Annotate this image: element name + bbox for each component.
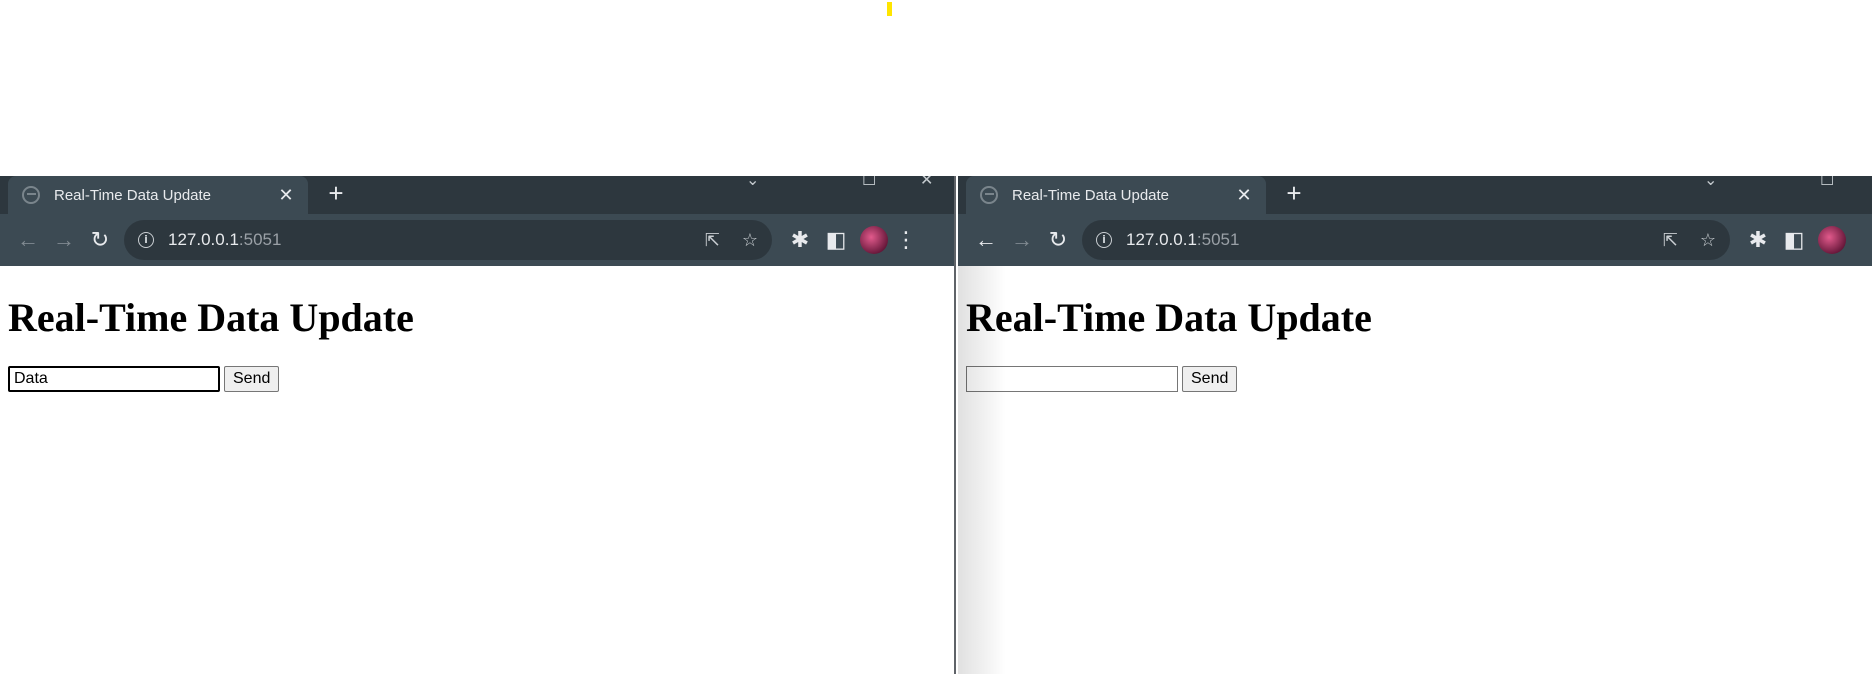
profile-avatar[interactable]: [1818, 226, 1846, 254]
tab-active[interactable]: Real-Time Data Update ✕: [966, 176, 1266, 214]
close-window-icon[interactable]: ✕: [920, 176, 933, 192]
minimize-icon[interactable]: —: [1764, 176, 1780, 188]
reload-icon[interactable]: ↻: [1040, 222, 1076, 258]
address-bar[interactable]: i 127.0.0.1 :5051 ⇱ ☆: [124, 220, 772, 260]
globe-icon: [980, 186, 998, 204]
send-button[interactable]: Send: [1182, 366, 1238, 392]
extensions-icon[interactable]: ✱: [1740, 222, 1776, 258]
forward-icon[interactable]: →: [1004, 222, 1040, 258]
minimize-icon[interactable]: —: [806, 176, 822, 188]
url-port: :5051: [238, 230, 282, 249]
tab-title: Real-Time Data Update: [1012, 186, 1170, 204]
side-panel-icon[interactable]: ◧: [1776, 222, 1812, 258]
menu-kebab-icon[interactable]: ⋮: [888, 222, 924, 258]
bookmark-star-icon[interactable]: ☆: [742, 230, 758, 251]
close-tab-icon[interactable]: ✕: [276, 185, 296, 206]
page-heading: Real-Time Data Update: [966, 295, 1372, 340]
page-content: Real-Time Data Update Send: [0, 296, 954, 392]
url-host: 127.0.0.1: [168, 230, 239, 249]
close-tab-icon[interactable]: ✕: [1234, 185, 1254, 206]
tab-strip: Real-Time Data Update ✕ + ⌄ — ☐ ✕: [0, 176, 954, 214]
side-panel-icon[interactable]: ◧: [818, 222, 854, 258]
site-info-icon[interactable]: i: [138, 232, 154, 248]
share-icon[interactable]: ⇱: [1663, 230, 1678, 251]
new-tab-button[interactable]: +: [322, 180, 350, 208]
tab-title: Real-Time Data Update: [54, 186, 212, 204]
browser-window-left: Real-Time Data Update ✕ + ⌄ — ☐ ✕ ← → ↻ …: [0, 176, 956, 674]
page-content: Real-Time Data Update Send: [958, 296, 1872, 392]
extensions-icon[interactable]: ✱: [782, 222, 818, 258]
tab-active[interactable]: Real-Time Data Update ✕: [8, 176, 308, 214]
data-input[interactable]: [8, 366, 220, 392]
chevron-down-icon[interactable]: ⌄: [746, 176, 759, 192]
maximize-icon[interactable]: ☐: [1820, 176, 1834, 192]
browser-toolbar: ← → ↻ i 127.0.0.1 :5051 ⇱ ☆ ✱ ◧: [958, 214, 1872, 266]
address-bar[interactable]: i 127.0.0.1 :5051 ⇱ ☆: [1082, 220, 1730, 260]
globe-icon: [22, 186, 40, 204]
back-icon[interactable]: ←: [10, 222, 46, 258]
highlight-marker: [887, 2, 892, 16]
browser-window-right: Real-Time Data Update ✕ + ⌄ — ☐ ← → ↻ i …: [958, 176, 1872, 674]
forward-icon[interactable]: →: [46, 222, 82, 258]
browser-toolbar: ← → ↻ i 127.0.0.1 :5051 ⇱ ☆ ✱ ◧ ⋮: [0, 214, 954, 266]
site-info-icon[interactable]: i: [1096, 232, 1112, 248]
data-input[interactable]: [966, 366, 1178, 392]
tab-strip: Real-Time Data Update ✕ + ⌄ — ☐: [958, 176, 1872, 214]
page-heading: Real-Time Data Update: [8, 295, 414, 340]
url-port: :5051: [1196, 230, 1240, 249]
reload-icon[interactable]: ↻: [82, 222, 118, 258]
send-form: Send: [966, 366, 1864, 392]
chevron-down-icon[interactable]: ⌄: [1704, 176, 1717, 192]
maximize-icon[interactable]: ☐: [862, 176, 876, 192]
profile-avatar[interactable]: [860, 226, 888, 254]
url-host: 127.0.0.1: [1126, 230, 1197, 249]
send-form: Send: [8, 366, 946, 392]
desktop: Real-Time Data Update ✕ + ⌄ — ☐ ✕ ← → ↻ …: [0, 0, 1872, 674]
bookmark-star-icon[interactable]: ☆: [1700, 230, 1716, 251]
send-button[interactable]: Send: [224, 366, 280, 392]
new-tab-button[interactable]: +: [1280, 180, 1308, 208]
share-icon[interactable]: ⇱: [705, 230, 720, 251]
back-icon[interactable]: ←: [968, 222, 1004, 258]
